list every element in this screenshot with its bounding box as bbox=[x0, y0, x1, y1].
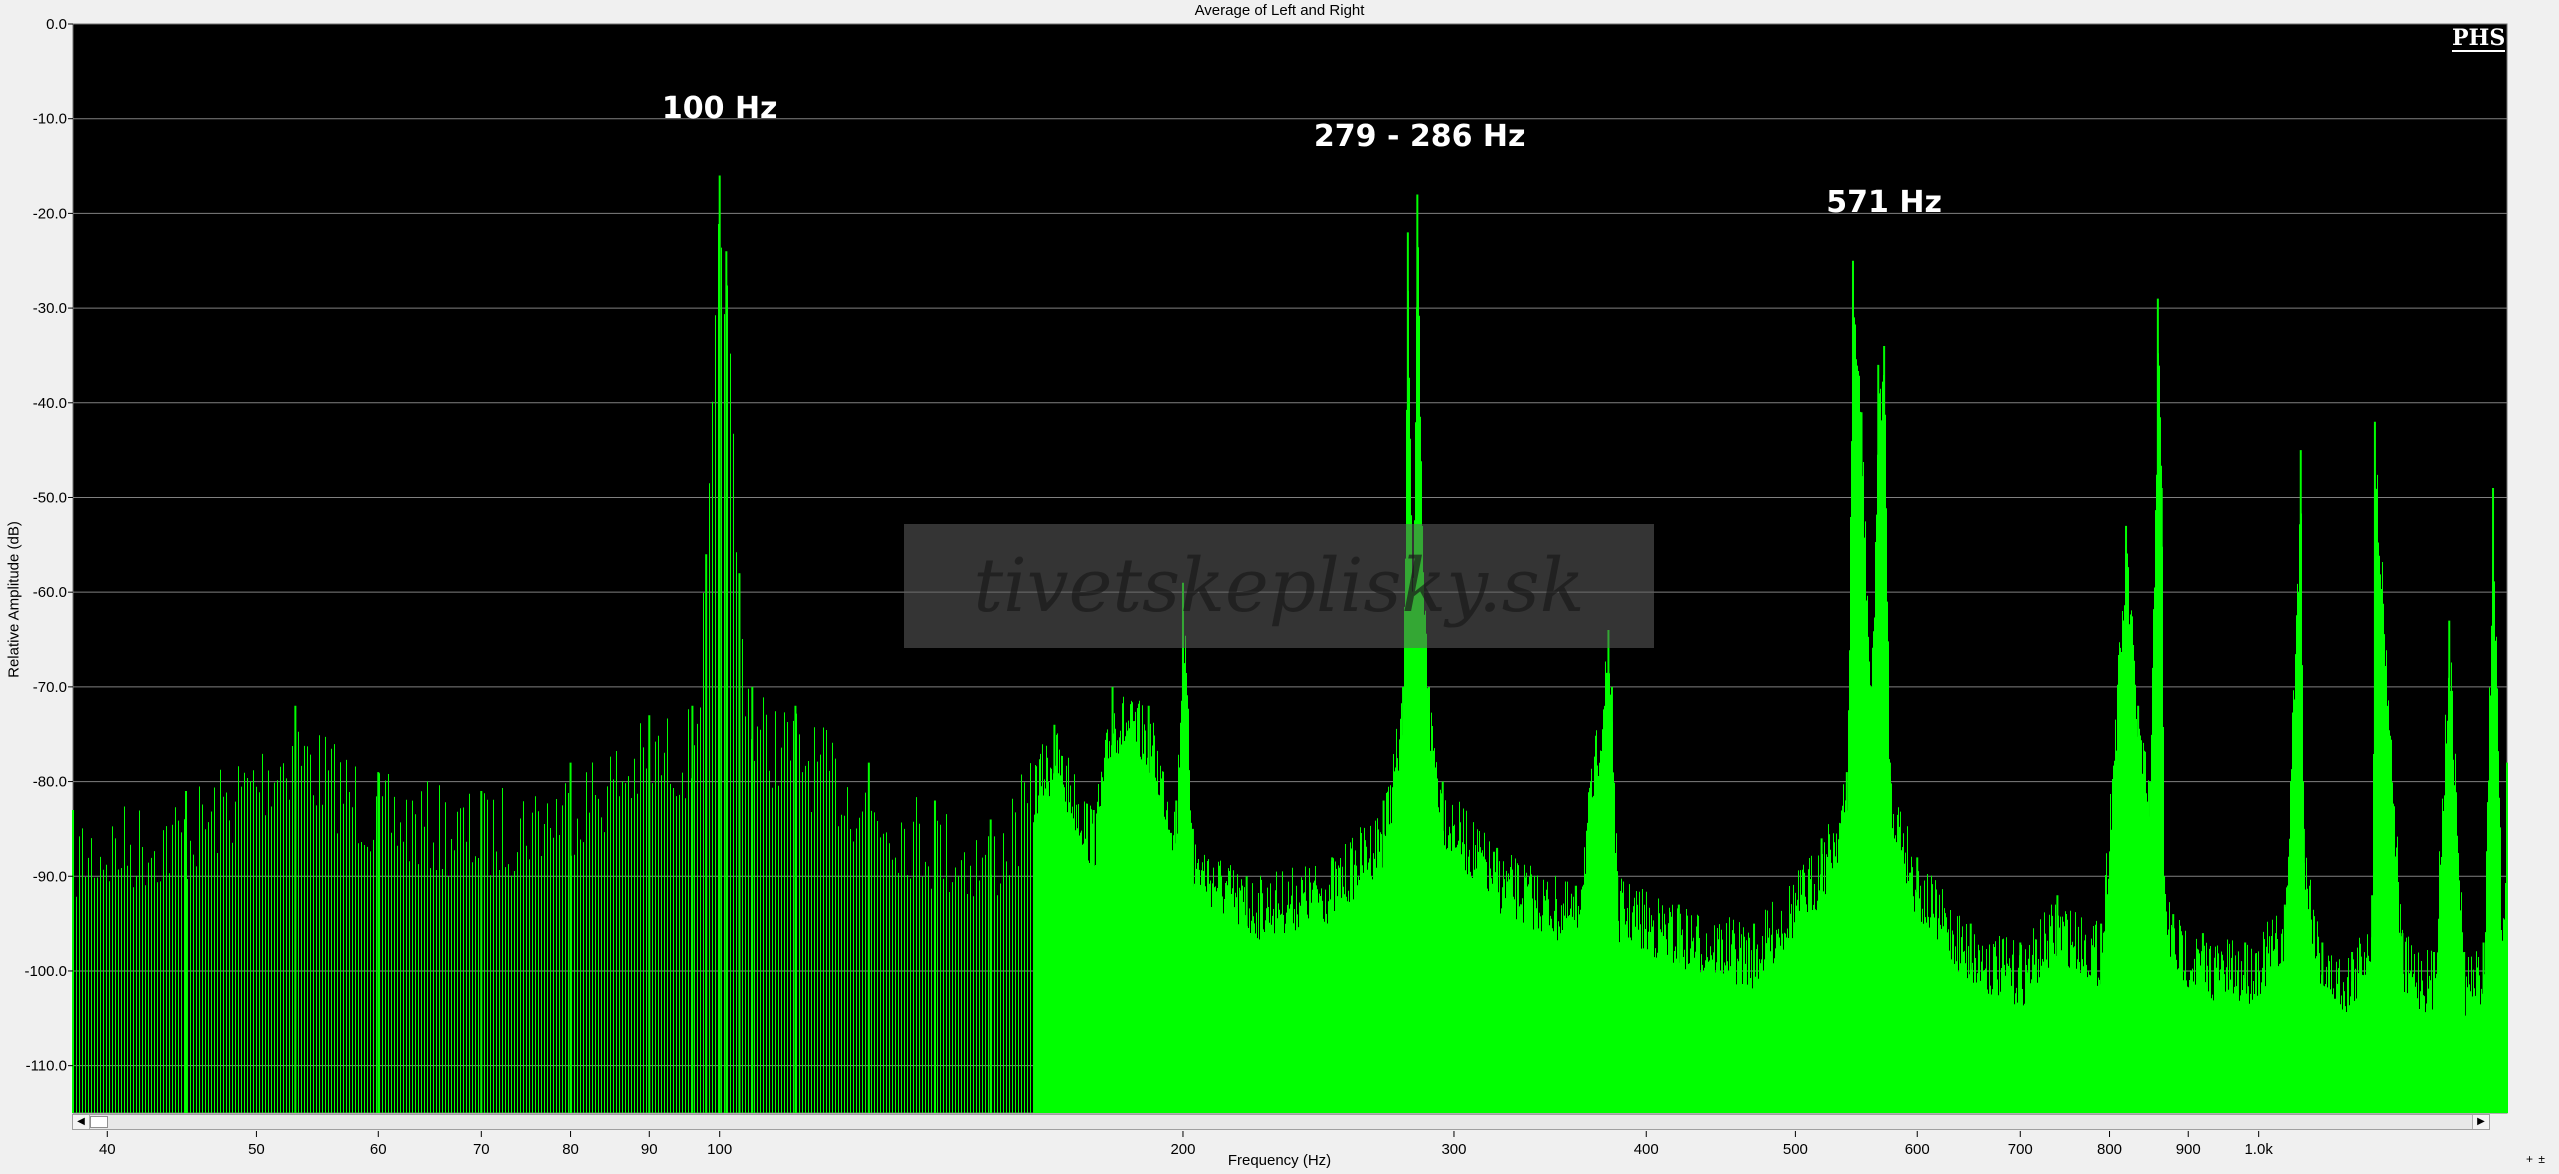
y-tick-label: -110.0 bbox=[26, 1058, 67, 1075]
y-tick-label: -40.0 bbox=[33, 395, 67, 412]
y-tick-label: -20.0 bbox=[33, 205, 67, 222]
y-axis-ticks: 0.0-10.0-20.0-30.0-40.0-50.0-60.0-70.0-8… bbox=[24, 16, 73, 1075]
x-axis-label: Frequency (Hz) bbox=[1227, 1152, 1332, 1169]
y-tick-label: -70.0 bbox=[33, 679, 67, 696]
scroll-right-button[interactable]: ▶ bbox=[2472, 1115, 2489, 1129]
horizontal-scrollbar[interactable]: ◀ ▶ bbox=[72, 1114, 2490, 1130]
y-tick-label: -100.0 bbox=[24, 963, 67, 980]
zoom-in-button[interactable]: + bbox=[2526, 1152, 2534, 1166]
zoom-controls: + ± bbox=[2526, 1152, 2546, 1166]
scrollbar-thumb[interactable] bbox=[90, 1116, 108, 1128]
chart-title: Average of Left and Right bbox=[1194, 2, 1365, 19]
y-tick-label: -10.0 bbox=[33, 111, 67, 128]
y-tick-label: -60.0 bbox=[33, 584, 67, 601]
y-tick-label: -50.0 bbox=[33, 489, 67, 506]
peak-annotation: 571 Hz bbox=[1826, 185, 1942, 221]
y-axis-label: Relative Amplitude (dB) bbox=[5, 521, 23, 678]
y-tick-label: -90.0 bbox=[33, 868, 67, 885]
y-tick-label: -80.0 bbox=[33, 774, 67, 791]
phs-logo: PHS bbox=[2452, 25, 2506, 52]
peak-annotation: 100 Hz bbox=[661, 90, 778, 126]
spectrum-chart: 0.0-10.0-20.0-30.0-40.0-50.0-60.0-70.0-8… bbox=[24, 16, 2508, 1158]
zoom-out-button[interactable]: ± bbox=[2538, 1152, 2546, 1166]
scroll-left-button[interactable]: ◀ bbox=[73, 1115, 90, 1129]
peak-annotation: 279 - 286 Hz bbox=[1313, 119, 1526, 155]
y-tick-label: -30.0 bbox=[33, 300, 67, 317]
